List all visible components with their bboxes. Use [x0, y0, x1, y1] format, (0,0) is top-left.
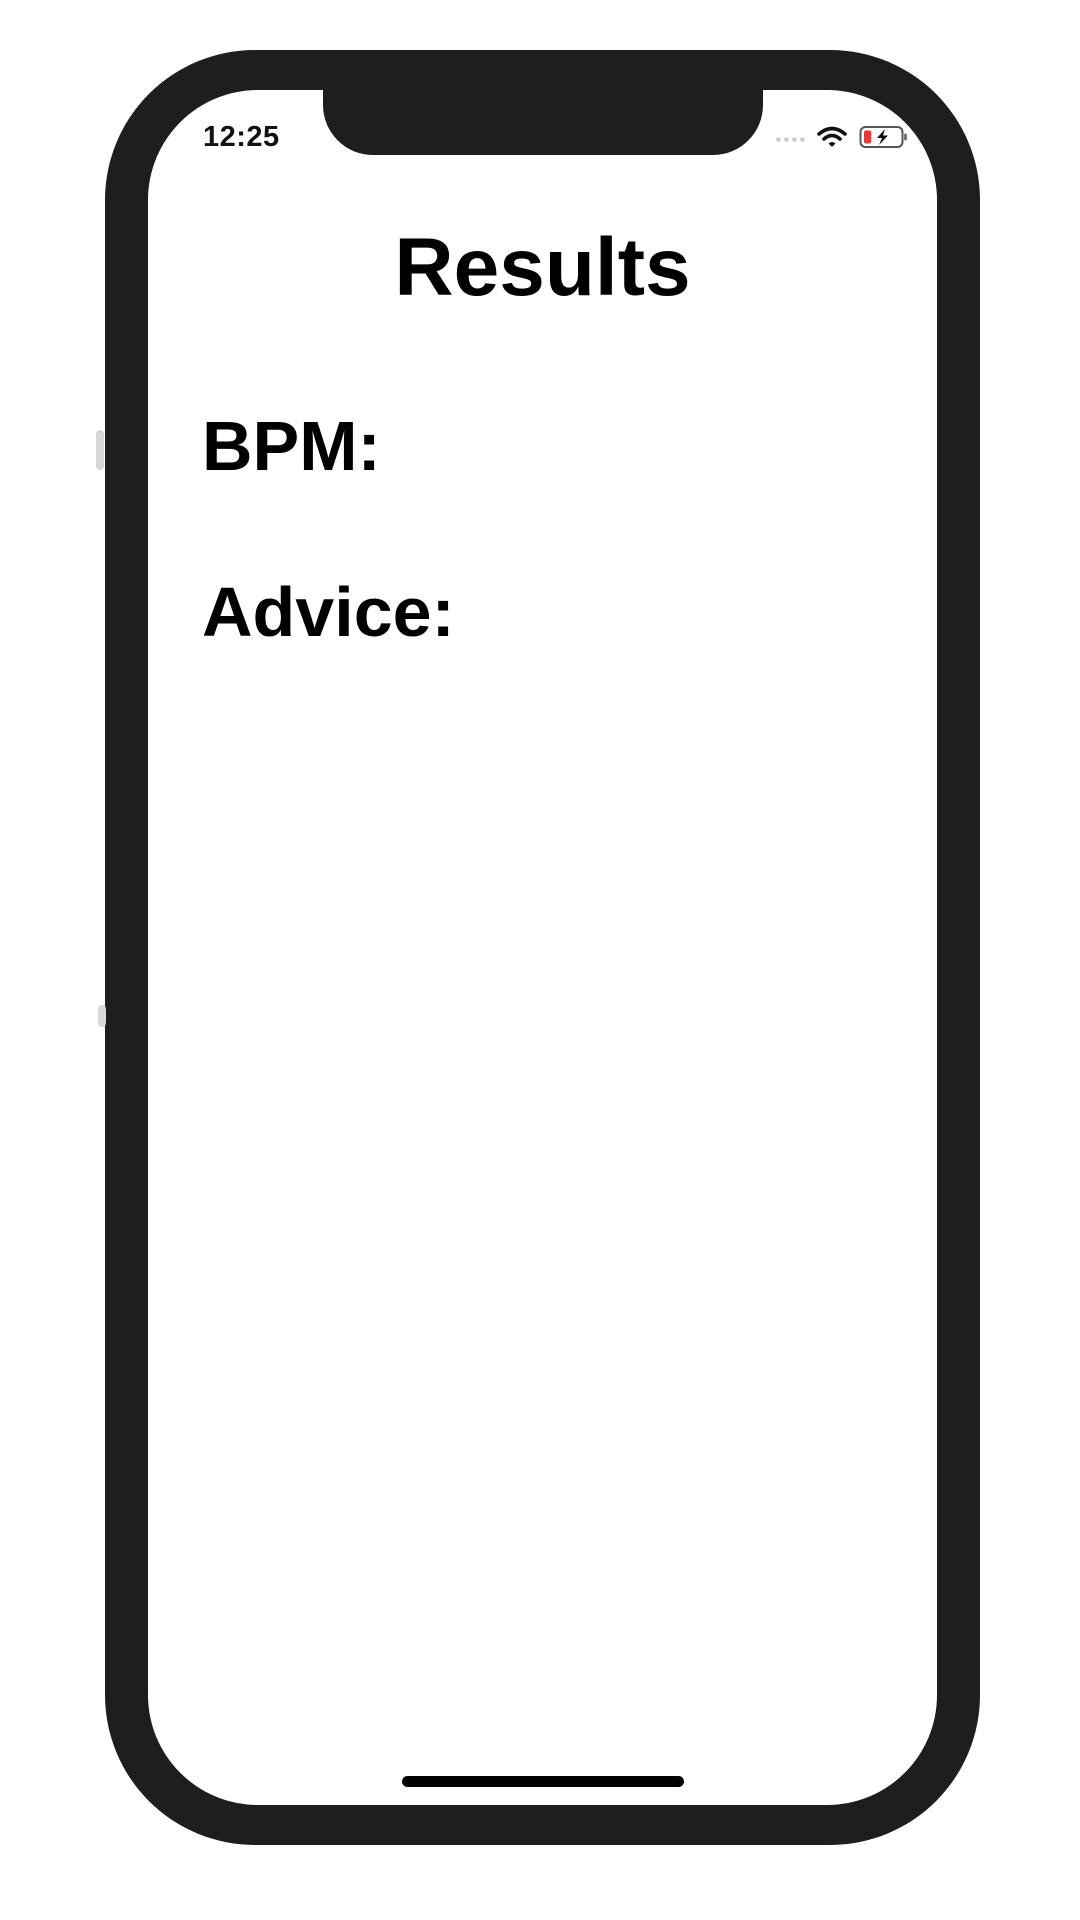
- wifi-icon: [817, 126, 847, 147]
- notch: [323, 90, 763, 155]
- side-button: [96, 430, 104, 470]
- side-button: [98, 1005, 106, 1027]
- home-indicator[interactable]: [402, 1776, 684, 1787]
- page-title: Results: [394, 222, 691, 313]
- status-time: 12:25: [203, 121, 280, 153]
- bpm-label: BPM:: [202, 407, 381, 485]
- status-icons: [776, 124, 909, 150]
- signal-icon: [776, 132, 805, 142]
- phone-screen: 12:25 Results BPM: Advice:: [148, 90, 937, 1805]
- battery-charging-icon: [859, 126, 907, 148]
- advice-label: Advice:: [202, 573, 455, 651]
